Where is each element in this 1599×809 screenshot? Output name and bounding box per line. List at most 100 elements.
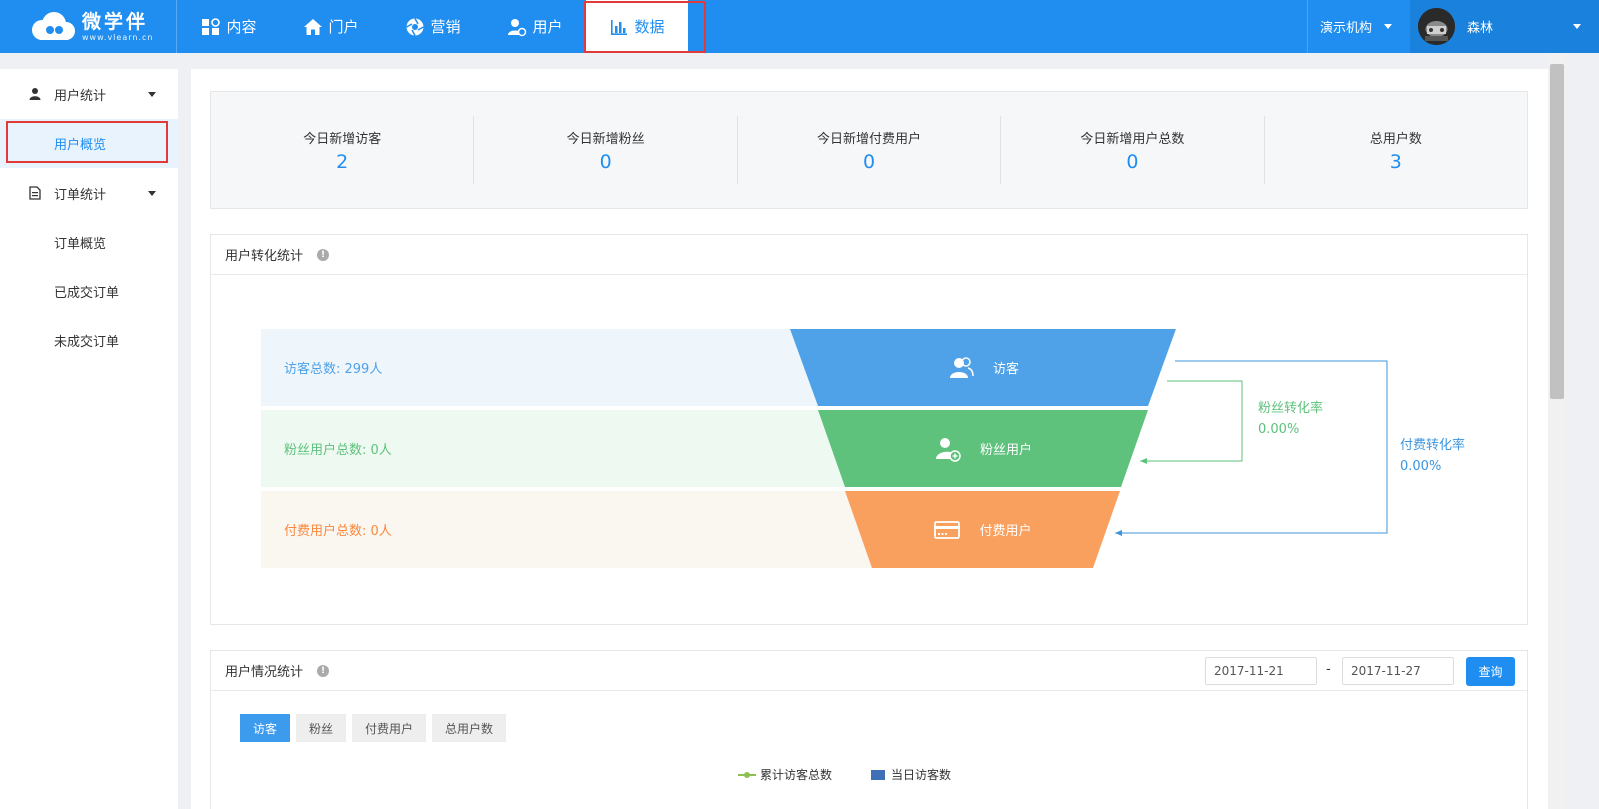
conversion-panel: 用户转化统计 ! 访客总数: 299人 访客 粉丝用户总数: 0人 粉丝用户 付…	[210, 234, 1528, 625]
summary-stats: 今日新增访客 2 今日新增粉丝 0 今日新增付费用户 0 今日新增用户总数 0 …	[210, 91, 1528, 209]
legend-item-daily[interactable]: 当日访客数	[871, 766, 951, 783]
brand-logo[interactable]: 微学伴 www.vlearn.cn	[28, 9, 158, 45]
stat-label: 今日新增粉丝	[566, 131, 645, 147]
fan-total: 粉丝用户总数: 0人	[284, 443, 392, 458]
nav-item-label: 用户	[532, 18, 563, 36]
nav-item-users[interactable]: 用户	[484, 0, 586, 53]
sidebar-item-label: 用户概览	[54, 138, 107, 153]
top-navbar: 微学伴 www.vlearn.cn 内容 门户 营销 用户 数据 演示机构 森林	[0, 0, 1599, 53]
org-switcher[interactable]: 演示机构	[1307, 0, 1410, 53]
main-nav: 内容 门户 营销 用户 数据	[178, 0, 688, 53]
stage-label: 访客	[992, 362, 1019, 377]
panel-title: 用户情况统计	[225, 665, 304, 680]
bar-legend-icon	[871, 769, 885, 780]
home-icon	[304, 18, 323, 35]
stat-value: 0	[599, 150, 612, 173]
legend-label: 累计访客总数	[760, 768, 833, 782]
user-menu[interactable]: 森林	[1410, 0, 1599, 53]
line-legend-icon	[738, 771, 756, 778]
sidebar-item-pending-orders[interactable]: 未成交订单	[0, 316, 178, 365]
brand-domain: www.vlearn.cn	[82, 32, 154, 42]
sidebar-group-order-stats[interactable]: 订单统计	[0, 168, 178, 218]
chevron-down-icon	[148, 92, 156, 97]
funnel-stage-fans: 粉丝用户	[818, 410, 1148, 487]
stat-new-total: 今日新增用户总数 0	[1001, 116, 1265, 184]
info-icon[interactable]: !	[317, 248, 330, 261]
nav-item-content[interactable]: 内容	[178, 0, 280, 53]
avatar	[1418, 8, 1455, 45]
avatar-image	[1418, 8, 1455, 45]
info-icon[interactable]: !	[317, 664, 330, 677]
stat-value: 0	[862, 150, 876, 173]
users-icon	[949, 356, 974, 378]
sidebar-item-completed-orders[interactable]: 已成交订单	[0, 267, 178, 316]
main-content: 今日新增访客 2 今日新增粉丝 0 今日新增付费用户 0 今日新增用户总数 0 …	[191, 69, 1548, 809]
user-stats-tabs: 访客 粉丝 付费用户 总用户数	[240, 714, 512, 742]
nav-item-data[interactable]: 数据	[586, 0, 688, 53]
nav-item-label: 营销	[430, 18, 461, 36]
panel-header: 用户转化统计 !	[211, 235, 1527, 275]
rate-label: 付费转化率	[1400, 438, 1466, 453]
stat-total-users: 总用户数 3	[1265, 116, 1527, 184]
nav-item-label: 门户	[328, 18, 359, 36]
sidebar-item-order-overview[interactable]: 订单概览	[0, 218, 178, 267]
stat-label: 总用户数	[1369, 131, 1422, 147]
user-stats-panel: 用户情况统计 ! 2017-11-21 - 2017-11-27 查询 访客 粉…	[210, 650, 1528, 809]
sidebar-group-label: 用户统计	[54, 88, 107, 104]
visitor-total: 访客总数: 299人	[284, 362, 383, 377]
rate-value: 0.00%	[1400, 459, 1442, 474]
query-button[interactable]: 查询	[1466, 657, 1515, 686]
funnel-row-fans: 粉丝用户总数: 0人 粉丝用户	[261, 410, 1176, 487]
start-date-input[interactable]: 2017-11-21	[1205, 657, 1317, 685]
stat-new-fans: 今日新增粉丝 0	[474, 116, 738, 184]
sidebar-item-user-overview[interactable]: 用户概览	[0, 119, 178, 168]
rate-label: 粉丝转化率	[1258, 401, 1324, 416]
user-add-icon	[935, 437, 961, 462]
stat-label: 今日新增付费用户	[817, 131, 922, 147]
bar-chart-icon	[611, 19, 628, 35]
stat-label: 今日新增访客	[303, 131, 382, 147]
user-name: 森林	[1467, 21, 1494, 36]
aperture-icon	[406, 17, 425, 36]
grid-icon	[202, 17, 221, 35]
sidebar: 用户统计 用户概览 订单统计 订单概览 已成交订单 未成交订单	[0, 69, 178, 809]
org-label: 演示机构	[1320, 21, 1373, 36]
chevron-down-icon	[1384, 24, 1393, 29]
end-date-input[interactable]: 2017-11-27	[1342, 657, 1454, 685]
funnel-stage-paid: 付费用户	[845, 491, 1120, 568]
scrollbar-thumb[interactable]	[1550, 64, 1564, 399]
nav-item-label: 内容	[226, 18, 257, 36]
sidebar-group-user-stats[interactable]: 用户统计	[0, 69, 178, 119]
tab-fans[interactable]: 粉丝	[296, 714, 347, 742]
sidebar-item-label: 已成交订单	[54, 286, 120, 301]
credit-card-icon	[934, 520, 961, 539]
stat-value: 0	[1126, 150, 1139, 173]
stat-value: 3	[1389, 150, 1402, 173]
date-separator: -	[1326, 662, 1331, 677]
user-settings-icon	[508, 18, 527, 36]
funnel-row-visitors: 访客总数: 299人 访客	[261, 329, 1176, 406]
cloud-logo-icon	[32, 12, 75, 40]
legend-label: 当日访客数	[891, 768, 952, 782]
stat-label: 今日新增用户总数	[1080, 131, 1185, 147]
tab-total-users[interactable]: 总用户数	[432, 714, 507, 742]
stat-new-visitors: 今日新增访客 2	[211, 116, 475, 184]
nav-item-portal[interactable]: 门户	[280, 0, 382, 53]
tab-visitors[interactable]: 访客	[240, 714, 291, 742]
stage-label: 付费用户	[979, 524, 1032, 539]
document-icon	[29, 186, 41, 200]
stat-value: 2	[336, 150, 349, 173]
sidebar-item-label: 未成交订单	[54, 335, 120, 350]
nav-divider	[176, 0, 177, 53]
conversion-connectors	[1115, 360, 1388, 536]
nav-item-marketing[interactable]: 营销	[382, 0, 484, 53]
stage-label: 粉丝用户	[979, 443, 1032, 458]
stat-new-paid: 今日新增付费用户 0	[738, 116, 1002, 184]
fan-conversion-rate: 粉丝转化率 0.00%	[1258, 398, 1323, 440]
panel-title: 用户转化统计	[225, 249, 304, 264]
funnel-row-paid: 付费用户总数: 0人 付费用户	[261, 491, 1176, 568]
tab-paid-users[interactable]: 付费用户	[352, 714, 427, 742]
paid-total: 付费用户总数: 0人	[284, 524, 392, 539]
brand-name: 微学伴	[82, 10, 149, 33]
legend-item-cumulative[interactable]: 累计访客总数	[738, 766, 832, 783]
